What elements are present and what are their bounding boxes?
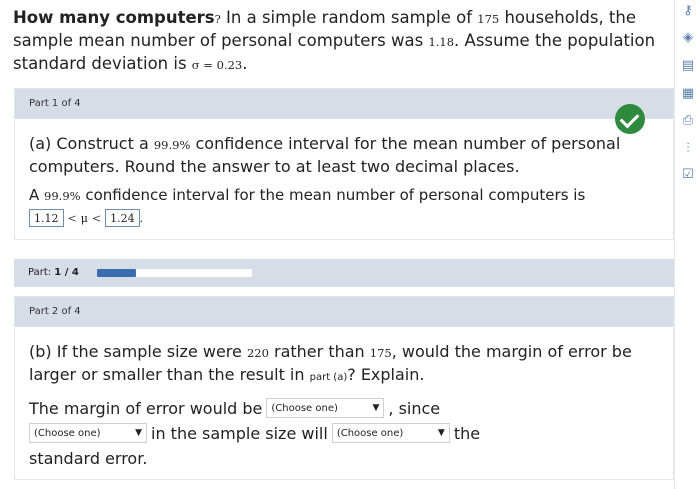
lower-bound-input[interactable]: 1.12 xyxy=(29,209,64,227)
part2-prompt: (b) If the sample size were 220 rather t… xyxy=(29,342,632,384)
upper-bound-input[interactable]: 1.24 xyxy=(105,209,140,227)
part-progress: Part: 1 / 4 xyxy=(14,259,674,287)
interval-answer: 1.12 < μ < 1.24 . xyxy=(29,208,143,228)
correct-check-icon xyxy=(615,104,645,134)
part1-panel: Part 1 of 4 (a) Construct a 99.9% confid… xyxy=(14,88,674,240)
question-area: How many computers? In a simple random s… xyxy=(0,0,674,489)
question-bold: How many computers xyxy=(13,8,215,27)
progress-value: 1 / 4 xyxy=(54,267,79,278)
chart-icon[interactable]: ⫶ xyxy=(679,140,697,158)
tool-sidebar: ⚷ ◈ ▤ ▦ ⎙ ⫶ ☑ xyxy=(674,0,700,489)
question-text: How many computers? In a simple random s… xyxy=(13,8,656,73)
progress-fill xyxy=(97,269,136,277)
answer-row-1: The margin of error would be (Choose one… xyxy=(29,398,441,418)
sigma-value: σ = 0.23 xyxy=(191,58,243,72)
mu-symbol: μ xyxy=(80,211,88,225)
progress-track xyxy=(97,269,252,277)
dropdown-arrow-icon: ▼ xyxy=(135,428,142,438)
part1-header: Part 1 of 4 xyxy=(15,89,673,119)
calculator-icon[interactable]: ▦ xyxy=(679,85,697,103)
part2-panel: Part 2 of 4 (b) If the sample size were … xyxy=(14,296,674,480)
dropdown-arrow-icon: ▼ xyxy=(437,428,445,438)
effect-select[interactable]: (Choose one) ▼ xyxy=(331,423,450,443)
key-icon[interactable]: ⚷ xyxy=(679,2,697,20)
part2-header: Part 2 of 4 xyxy=(15,297,673,327)
answer-row-2: (Choose one) ▼ in the sample size will (C… xyxy=(29,422,480,444)
compass-icon[interactable]: ◈ xyxy=(679,29,697,47)
notes-icon[interactable]: ▤ xyxy=(679,57,697,75)
dropdown-arrow-icon: ▼ xyxy=(372,403,380,413)
part1-prompt: (a) Construct a 99.9% confidence interva… xyxy=(29,134,621,176)
answer-row-3: standard error. xyxy=(29,448,148,468)
checklist-icon[interactable]: ☑ xyxy=(679,166,697,184)
print-icon[interactable]: ⎙ xyxy=(679,112,697,130)
part1-statement: A 99.9% confidence interval for the mean… xyxy=(29,186,586,204)
margin-select[interactable]: (Choose one) ▼ xyxy=(266,398,385,418)
change-select[interactable]: (Choose one) ▼ xyxy=(29,423,147,443)
